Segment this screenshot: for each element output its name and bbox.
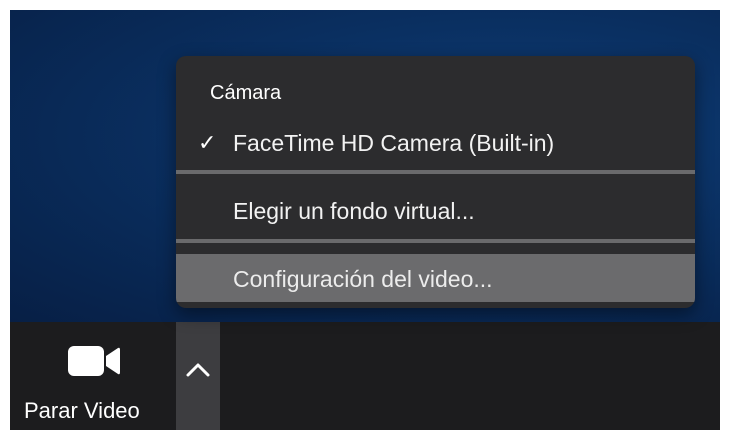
menu-item-virtual-background[interactable]: Elegir un fondo virtual...	[176, 186, 695, 234]
video-options-button[interactable]	[176, 322, 220, 430]
menu-item-label: FaceTime HD Camera (Built-in)	[233, 130, 555, 156]
menu-item-facetime-camera[interactable]: ✓ FaceTime HD Camera (Built-in)	[176, 118, 695, 166]
menu-section-header-camera: Cámara	[210, 82, 282, 104]
stop-video-label: Parar Video	[24, 398, 140, 423]
screenshot-frame: Parar Video Cámara ✓ FaceTime HD Camera …	[0, 0, 730, 430]
menu-item-video-settings[interactable]: Configuración del video...	[176, 254, 695, 302]
video-options-menu: Cámara ✓ FaceTime HD Camera (Built-in) E…	[176, 56, 695, 308]
video-camera-icon	[68, 346, 120, 376]
menu-divider	[176, 239, 695, 243]
stop-video-button[interactable]: Parar Video	[10, 322, 176, 430]
menu-divider	[176, 170, 695, 174]
menu-item-label: Elegir un fondo virtual...	[233, 198, 475, 224]
checkmark-icon: ✓	[198, 130, 217, 155]
meeting-toolbar: Parar Video	[10, 322, 720, 430]
chevron-up-icon	[186, 363, 210, 377]
menu-item-label: Configuración del video...	[233, 266, 493, 292]
